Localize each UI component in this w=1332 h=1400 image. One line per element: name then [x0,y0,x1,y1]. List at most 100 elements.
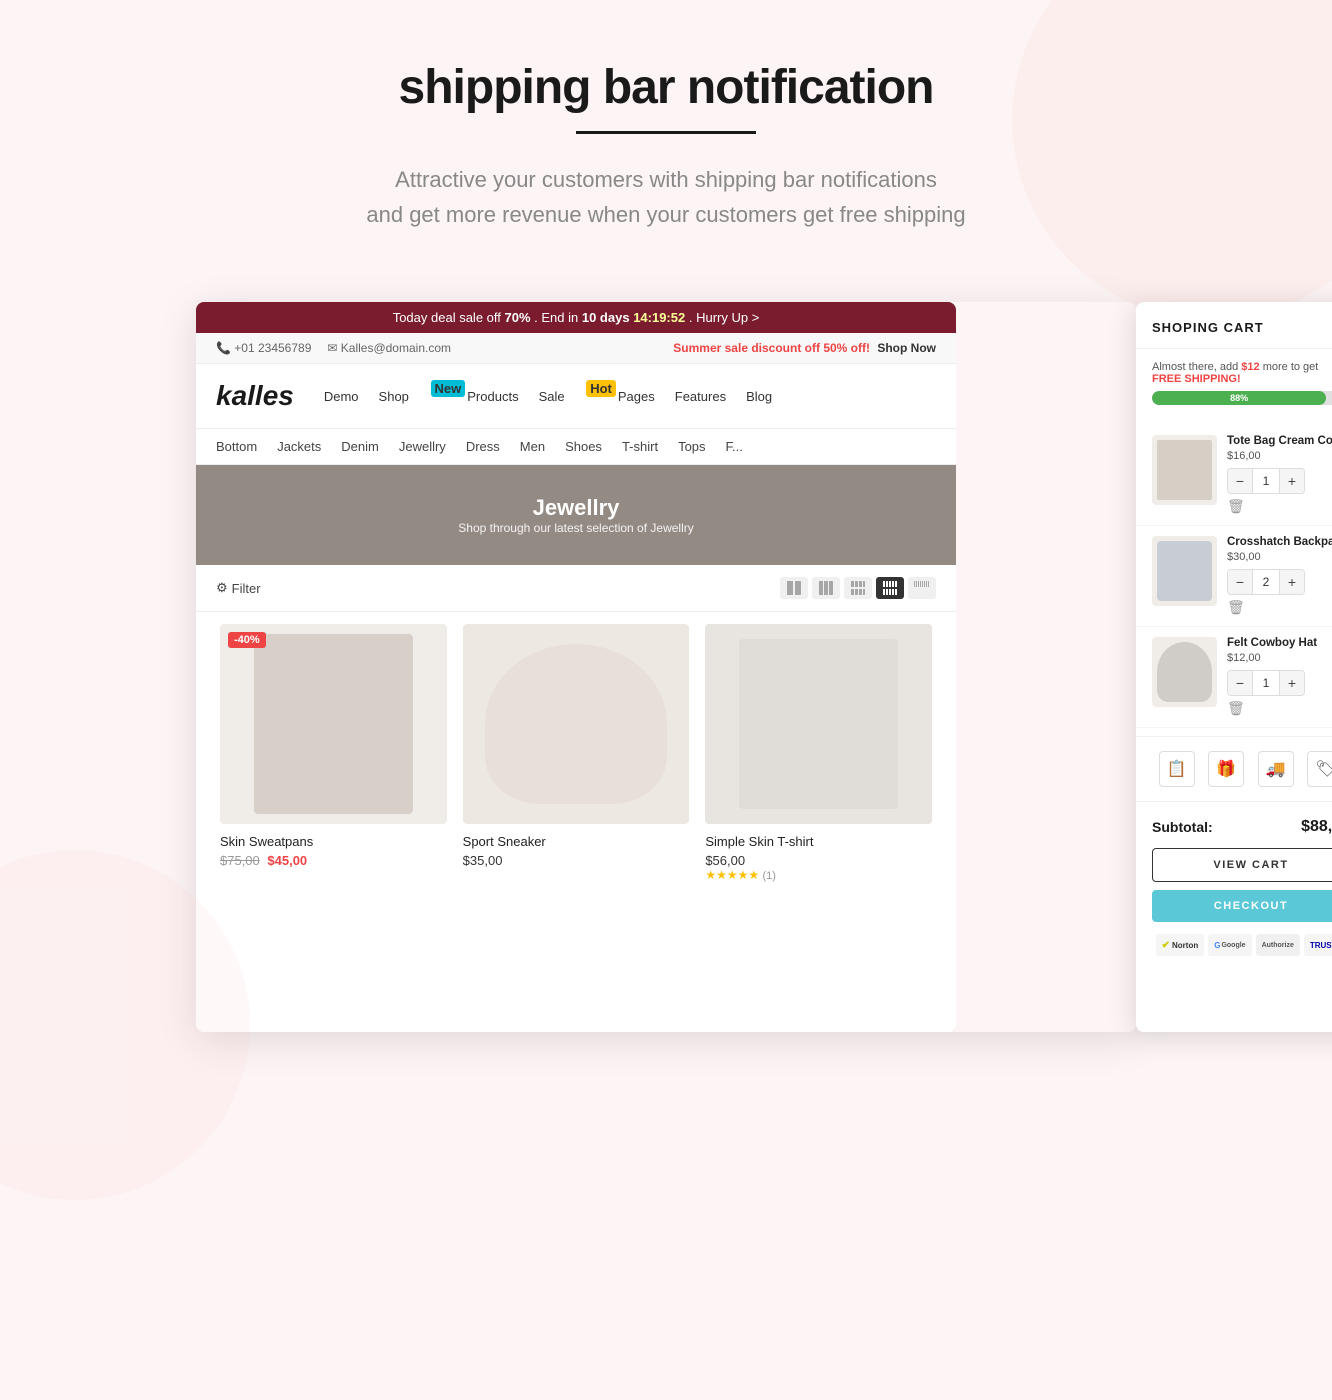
filter-button[interactable]: ⚙ Filter [216,580,261,596]
view-cart-button[interactable]: VIEW CART [1152,848,1332,882]
cart-action-coupon[interactable]: 🏷 [1307,751,1332,787]
trust-badges: ✔ Norton G Google Authorize TRUSTe [1136,934,1332,972]
grid-opt-4[interactable] [876,577,904,599]
product-img-2 [463,624,690,824]
page-header: shipping bar notification Attractive you… [0,0,1332,262]
qty-control-1: − 1 + [1227,468,1305,494]
price-old-1: $75,00 [220,853,260,868]
product-card-1[interactable]: -40% Skin Sweatpans $75,00 $45,00 [212,612,455,894]
nav-shop[interactable]: Shop New [379,388,448,405]
nav-features[interactable]: Features [675,389,726,404]
norton-icon: ✔ [1162,940,1170,951]
cart-buttons: VIEW CART CHECKOUT [1136,848,1332,934]
deal-timer: 14:19:52 [633,310,685,325]
qty-increase-1[interactable]: + [1280,469,1304,493]
cart-action-clipboard[interactable]: 📋 [1159,751,1195,787]
subtitle-line2: and get more revenue when your customers… [366,202,965,227]
product-img-pants [254,634,413,814]
filter-label: Filter [232,581,261,596]
cart-item-price-2: $30,00 [1227,551,1332,563]
cat-tops[interactable]: Tops [678,439,705,454]
product-price-1: $75,00 $45,00 [220,853,447,868]
cart-item-price-3: $12,00 [1227,652,1332,664]
grid-opt-5[interactable] [908,577,936,599]
trust-norton: ✔ Norton [1156,934,1205,956]
price-new-1: $45,00 [267,853,307,868]
product-img-3 [705,624,932,824]
cat-dress[interactable]: Dress [466,439,500,454]
nav-sale[interactable]: Sale Hot [539,388,598,405]
cart-panel: SHOPING CART ✕ Almost there, add $12 mor… [1136,302,1332,1032]
topbar-left: 📞 +01 23456789 ✉ Kalles@domain.com [216,341,451,355]
topbar-shop-now[interactable]: Shop Now [877,341,936,355]
topbar-sale-text: Summer sale discount off [673,341,823,355]
cat-men[interactable]: Men [520,439,545,454]
qty-increase-2[interactable]: + [1280,570,1304,594]
shipping-progress-label: 88% [1230,393,1248,403]
deal-text-mid: . End in [534,310,582,325]
store-logo[interactable]: kalles [216,380,294,412]
sale-badge: Hot [586,380,616,397]
checkout-button[interactable]: CHECKOUT [1152,890,1332,922]
qty-decrease-3[interactable]: − [1228,671,1252,695]
cat-bottom[interactable]: Bottom [216,439,257,454]
qty-decrease-2[interactable]: − [1228,570,1252,594]
product-card-3[interactable]: Simple Skin T-shirt $56,00 ★★★★★ (1) [697,612,940,894]
nav-blog[interactable]: Blog [746,389,772,404]
nav-products[interactable]: Products [467,389,518,404]
subtotal-label: Subtotal: [1152,819,1213,835]
cat-shoes[interactable]: Shoes [565,439,602,454]
cart-item-img-2 [1152,536,1217,606]
cart-title: SHOPING CART [1152,320,1264,335]
shipping-free-text: FREE SHIPPING! [1152,373,1241,385]
delete-item-1[interactable]: 🗑 [1227,498,1245,515]
shipping-bar-track: 88% [1152,391,1332,405]
cart-item-price-1: $16,00 [1227,450,1332,462]
trust-truste: TRUSTe [1304,934,1332,956]
cat-jackets[interactable]: Jackets [277,439,321,454]
cat-tshirt[interactable]: T-shirt [622,439,658,454]
product-grid: -40% Skin Sweatpans $75,00 $45,00 Sport … [196,612,956,910]
price-2: $35,00 [463,853,503,868]
deal-text-end: . Hurry Up > [689,310,759,325]
demo-container: Today deal sale off 70% . End in 10 days… [196,302,1136,1032]
product-img-tshirt [739,639,898,809]
cart-item-name-1: Tote Bag Cream Cord [1227,435,1332,447]
qty-value-2: 2 [1252,570,1280,594]
nav-pages[interactable]: Pages [618,389,655,404]
cart-item-img-1 [1152,435,1217,505]
nav-demo[interactable]: Demo [324,389,359,404]
delete-item-2[interactable]: 🗑 [1227,599,1245,616]
cart-subtotal: Subtotal: $88,00 [1136,802,1332,848]
qty-decrease-1[interactable]: − [1228,469,1252,493]
delete-item-3[interactable]: 🗑 [1227,700,1245,717]
hero-subtitle: Shop through our latest selection of Jew… [458,521,693,535]
grid-opt-2[interactable] [812,577,840,599]
title-divider [576,131,756,134]
cart-item-1: Tote Bag Cream Cord $16,00 − 1 + 🗑 [1136,425,1332,526]
cat-more[interactable]: F... [726,439,743,454]
cart-action-shipping[interactable]: 🚚 [1258,751,1294,787]
product-img-sneaker [485,644,666,804]
cart-item-img-3 [1152,637,1217,707]
page-title: shipping bar notification [20,60,1312,115]
product-name-3: Simple Skin T-shirt [705,834,932,849]
cart-item-details-2: Crosshatch Backpack $30,00 − 2 + 🗑 [1227,536,1332,616]
qty-increase-3[interactable]: + [1280,671,1304,695]
product-card-2[interactable]: Sport Sneaker $35,00 [455,612,698,894]
cat-jewellry[interactable]: Jewellry [399,439,446,454]
cat-denim[interactable]: Denim [341,439,379,454]
grid-opt-3[interactable] [844,577,872,599]
shipping-bar-fill: 88% [1152,391,1326,405]
cart-action-gift[interactable]: 🎁 [1208,751,1244,787]
cart-items: Tote Bag Cream Cord $16,00 − 1 + 🗑 Cross… [1136,417,1332,736]
qty-value-3: 1 [1252,671,1280,695]
topbar-right: Summer sale discount off 50% off! Shop N… [673,341,936,355]
product-stars-3: ★★★★★ (1) [705,868,932,882]
cat-nav: Bottom Jackets Denim Jewellry Dress Men … [196,429,956,465]
grid-opt-1[interactable] [780,577,808,599]
product-name-2: Sport Sneaker [463,834,690,849]
qty-control-3: − 1 + [1227,670,1305,696]
deal-days: 10 days [582,310,630,325]
product-price-3: $56,00 [705,853,932,868]
